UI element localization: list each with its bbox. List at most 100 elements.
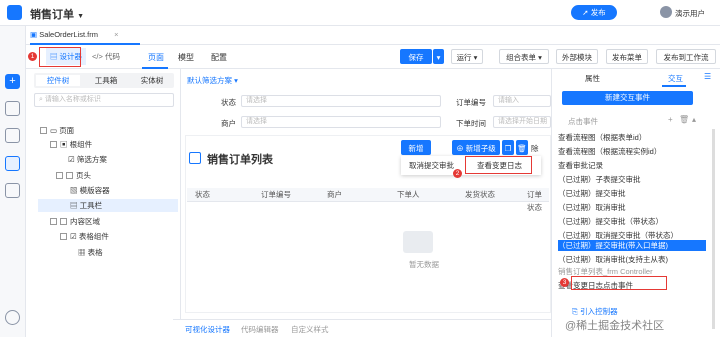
list-title: 销售订单列表 bbox=[207, 154, 273, 166]
save-button[interactable]: 保存 bbox=[400, 49, 432, 64]
toolbar-icon: ▤ bbox=[70, 201, 78, 210]
click-event-up-icon[interactable]: ▴ bbox=[692, 115, 696, 124]
code-tab[interactable]: </> 代码 bbox=[89, 48, 123, 65]
col-orderer: 下单人 bbox=[397, 190, 420, 199]
event-scrollbar[interactable] bbox=[712, 129, 715, 329]
event-item[interactable]: 查看审批记录 bbox=[558, 160, 706, 171]
event-item[interactable]: 查看流程图（根据流程实例id） bbox=[558, 146, 706, 157]
container-icon: ▧ bbox=[70, 186, 78, 195]
bottom-tabs: 可视化设计器 代码编辑器 自定义样式 bbox=[173, 319, 551, 337]
avatar[interactable] bbox=[660, 6, 672, 18]
click-event-label: 点击事件 bbox=[568, 117, 598, 126]
tree-item-filter[interactable]: ☑ 筛选方案 bbox=[68, 154, 107, 166]
copy-button[interactable]: ❐ bbox=[502, 140, 514, 155]
save-dropdown-button[interactable]: ▾ bbox=[433, 49, 444, 64]
tree-item-template[interactable]: ▧ 模版容器 bbox=[70, 185, 110, 197]
tab-entity-tree[interactable]: 实体树 bbox=[130, 75, 174, 86]
event-item[interactable]: （已过期）子表提交审批 bbox=[558, 174, 706, 185]
code-icon: </> bbox=[92, 52, 103, 61]
tab-model[interactable]: 模型 bbox=[178, 52, 194, 63]
click-event-add-icon[interactable]: + bbox=[668, 115, 673, 124]
table-icon: ☑ bbox=[70, 232, 77, 241]
watermark: @稀土掘金技术社区 bbox=[565, 320, 665, 332]
toolbar: ▤ 设计器 </> 代码 页面 模型 配置 保存 ▾ 运行 ▾ 组合表单 ▾ 外… bbox=[26, 45, 720, 69]
tab-control-tree[interactable]: 控件树 bbox=[36, 75, 80, 86]
tab-toolbox[interactable]: 工具箱 bbox=[84, 75, 128, 86]
plus-circle-icon: ⊕ bbox=[456, 144, 464, 153]
new-event-button[interactable]: 新建交互事件 bbox=[562, 91, 693, 105]
left-panel: 控件树 工具箱 实体树 ⌕ 请输入名称或标识 ▭ 页面 ▣ 根组件 ☑ 筛选方案… bbox=[26, 69, 181, 337]
tree-item-content[interactable]: 内容区域 bbox=[50, 216, 100, 228]
run-button[interactable]: 运行 ▾ bbox=[451, 49, 483, 64]
menu-view-changelog[interactable]: 查看变更日志 bbox=[477, 160, 522, 171]
tree-item-selected-bg bbox=[38, 199, 178, 212]
home-icon[interactable] bbox=[5, 101, 20, 116]
right-panel: 属性 交互 ☰ 新建交互事件 点击事件 + 🗑 ▴ 查看流程图（根据表单id） … bbox=[551, 69, 720, 337]
tab-interaction-underline bbox=[662, 85, 686, 87]
publish-menu-button[interactable]: 发布菜单 bbox=[606, 49, 648, 64]
document-icon[interactable] bbox=[5, 183, 20, 198]
menu-cancel-submit[interactable]: 取消提交审批 bbox=[409, 160, 454, 171]
trash-icon: 🗑 bbox=[517, 144, 527, 153]
component-icon: ▣ bbox=[60, 140, 68, 149]
new-button[interactable]: 新增 bbox=[401, 140, 431, 155]
import-controller-link[interactable]: ⎘ 引入控制器 bbox=[572, 306, 618, 317]
event-item[interactable]: 查看流程图（根据表单id） bbox=[558, 132, 706, 143]
col-order-status: 订单状态 bbox=[527, 190, 542, 212]
publish-flow-button[interactable]: 发布到工作流 bbox=[656, 49, 716, 64]
tab-interaction[interactable]: 交互 bbox=[668, 73, 683, 84]
tab-code-editor[interactable]: 代码编辑器 bbox=[241, 324, 279, 335]
event-item[interactable]: 查看变更日志点击事件 bbox=[558, 280, 706, 291]
new-child-button[interactable]: ⊕ 新增子级 bbox=[452, 140, 500, 155]
publish-button[interactable]: ➚ 发布 bbox=[571, 5, 617, 20]
event-item[interactable]: （已过期）提交审批 bbox=[558, 188, 706, 199]
list-icon bbox=[189, 152, 201, 164]
tree-item-header[interactable]: 页头 bbox=[56, 170, 91, 182]
menu-icon[interactable]: ☰ bbox=[704, 72, 711, 81]
app-title[interactable]: 销售订单 ▼ bbox=[30, 6, 84, 22]
tree-item-table[interactable]: ▦ 表格 bbox=[78, 247, 103, 259]
badge-2: 2 bbox=[453, 169, 462, 178]
tree-item-root[interactable]: ▣ 根组件 bbox=[50, 139, 92, 151]
tab-properties[interactable]: 属性 bbox=[585, 73, 600, 84]
click-event-trash-icon[interactable]: 🗑 bbox=[679, 115, 689, 124]
status-select[interactable]: 请选择 bbox=[241, 95, 441, 107]
time-label: 下单时间 bbox=[456, 119, 486, 128]
message-icon[interactable] bbox=[5, 128, 20, 143]
tab-custom-style[interactable]: 自定义样式 bbox=[291, 324, 329, 335]
event-item[interactable]: （已过期）提交审批（带状态） bbox=[558, 216, 706, 227]
calendar-icon[interactable] bbox=[5, 156, 20, 171]
external-module-button[interactable]: 外部模块 bbox=[556, 49, 598, 64]
order-label: 订单编号 bbox=[456, 98, 486, 107]
tree-item-table-comp[interactable]: ☑ 表格组件 bbox=[60, 231, 109, 243]
merchant-select[interactable]: 请选择 bbox=[241, 116, 441, 128]
settings-icon[interactable] bbox=[5, 310, 20, 325]
badge-1: 1 bbox=[28, 52, 37, 61]
close-icon[interactable]: × bbox=[114, 30, 118, 39]
col-merchant: 商户 bbox=[327, 190, 342, 199]
search-icon: ⌕ bbox=[39, 96, 43, 103]
tree-item-page[interactable]: ▭ 页面 bbox=[40, 125, 74, 137]
designer-tab[interactable]: ▤ 设计器 bbox=[46, 48, 86, 65]
copy-icon: ❐ bbox=[504, 144, 512, 153]
tree-search-input[interactable]: ⌕ 请输入名称或标识 bbox=[34, 93, 174, 107]
filter-scheme[interactable]: 默认筛选方案 ▾ bbox=[187, 75, 238, 86]
add-icon[interactable]: + bbox=[5, 74, 20, 89]
event-item[interactable]: （已过期）取消审批 bbox=[558, 202, 706, 213]
combo-form-button[interactable]: 组合表单 ▾ bbox=[499, 49, 549, 64]
file-tab[interactable]: ▣ SaleOrderList.frm × bbox=[30, 26, 140, 45]
chevron-down-icon: ▼ bbox=[77, 13, 84, 20]
event-item-selected[interactable]: （已过期）提交审批(带入口单据) bbox=[558, 240, 706, 251]
merchant-label: 商户 bbox=[221, 119, 236, 128]
empty-text: 暂无数据 bbox=[409, 260, 439, 269]
badge-3: 3 bbox=[560, 278, 569, 287]
tree-item-toolbar[interactable]: ▤ 工具栏 bbox=[70, 200, 102, 212]
tab-visual-designer[interactable]: 可视化设计器 bbox=[185, 324, 230, 335]
tab-page[interactable]: 页面 bbox=[148, 52, 164, 63]
trash-button[interactable]: 🗑 bbox=[516, 140, 528, 155]
tab-config[interactable]: 配置 bbox=[211, 52, 227, 63]
delete-text: 除 bbox=[531, 144, 539, 153]
event-item[interactable]: （已过期）取消审批(支持主从表) bbox=[558, 254, 706, 265]
order-input[interactable]: 请输入 bbox=[493, 95, 551, 107]
time-input[interactable]: 请选择开始日期 bbox=[493, 116, 551, 128]
